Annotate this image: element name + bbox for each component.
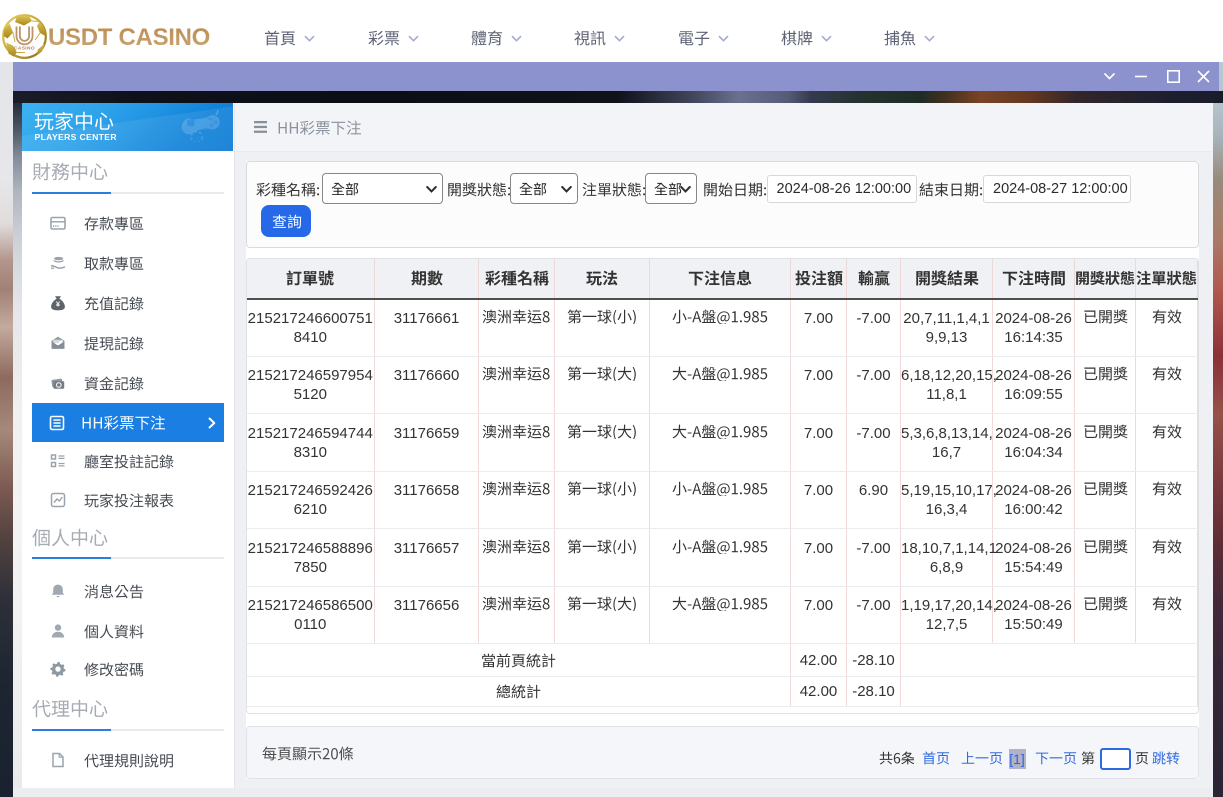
svg-text:CASINO: CASINO — [14, 46, 35, 52]
